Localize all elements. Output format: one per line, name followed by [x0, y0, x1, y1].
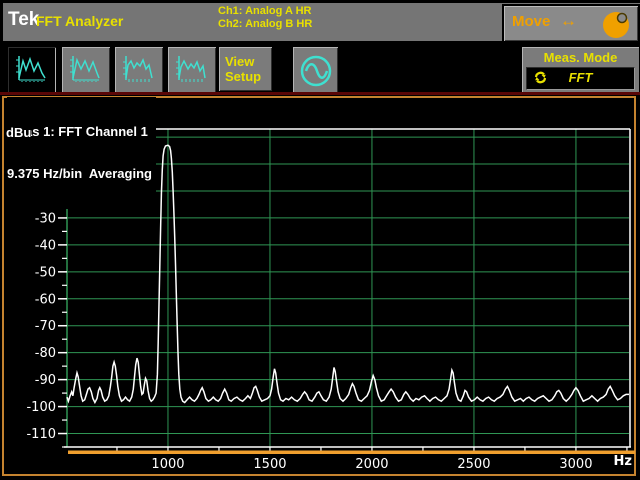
fft-analyzer-screen: Tek FFT Analyzer Ch1: Analog A HR Ch2: A…: [0, 0, 640, 480]
x-axis-move-highlight[interactable]: [68, 451, 635, 455]
y-tick-label: -50: [35, 265, 56, 280]
y-tick-label: -90: [35, 373, 56, 388]
y-axis-unit-label: dBu: [6, 125, 31, 140]
y-tick-label: -30: [35, 211, 56, 226]
y-tick-label: -40: [35, 238, 56, 253]
y-tick-label: -70: [35, 319, 56, 334]
y-tick-label: -60: [35, 292, 56, 307]
x-tick-label: 1500: [253, 457, 286, 472]
x-tick-label: 2500: [457, 457, 490, 472]
y-tick-label: -100: [26, 400, 56, 415]
x-tick-label: 2000: [355, 457, 388, 472]
y-tick-label: -110: [26, 427, 56, 442]
measurement-header: Meas 1: FFT Channel 1 9.375 Hz/bin Avera…: [7, 97, 156, 209]
x-axis-unit-label: Hz: [614, 454, 632, 469]
fft-plot[interactable]: -10-20-30-40-50-60-70-80-90-100-11010001…: [0, 0, 640, 480]
y-tick-label: -80: [35, 346, 56, 361]
bin-resolution-info: 9.375 Hz/bin Averaging: [7, 167, 152, 181]
x-tick-label: 1000: [151, 457, 184, 472]
x-tick-label: 3000: [559, 457, 592, 472]
